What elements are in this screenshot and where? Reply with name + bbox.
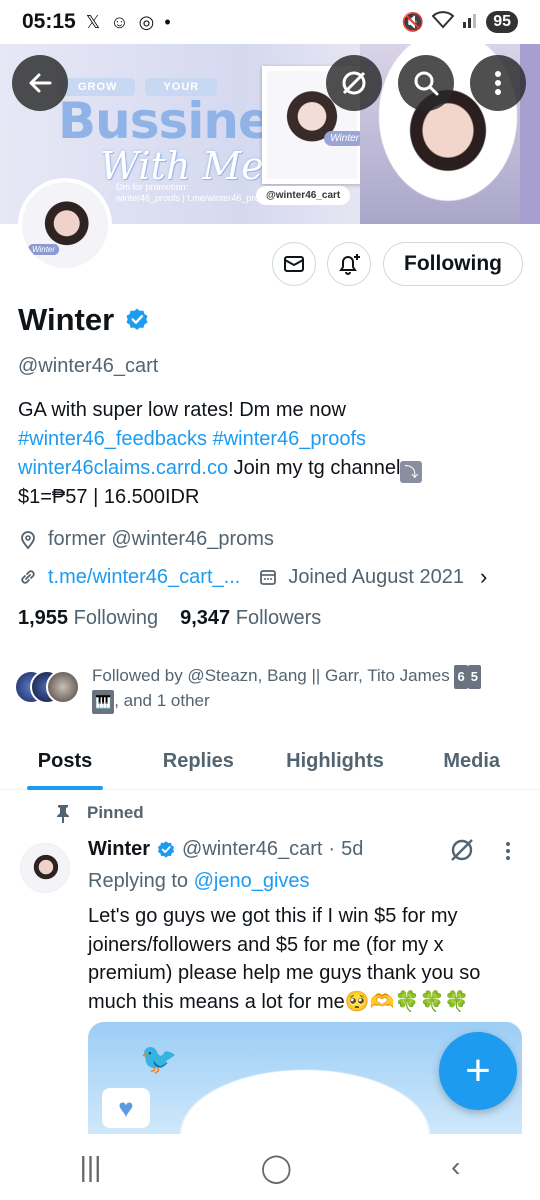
link-icon: [21, 570, 35, 584]
post-author-handle[interactable]: @winter46_cart: [182, 838, 322, 861]
replying-to-link[interactable]: @jeno_gives: [194, 870, 310, 892]
compose-button[interactable]: +: [439, 1032, 517, 1110]
wifi-icon: [431, 10, 455, 34]
followed-by-text: Followed by @Steazn, Bang || Garr, Tito …: [92, 664, 522, 714]
calendar-icon: [260, 570, 277, 585]
status-time: 05:15: [22, 10, 76, 33]
joined-date: Joined August 2021: [288, 565, 465, 588]
instagram-icon: ◎: [138, 11, 155, 32]
recents-icon[interactable]: |||: [80, 1151, 102, 1183]
bell-plus-icon: [339, 254, 360, 275]
tab-media[interactable]: Media: [403, 734, 540, 789]
profile-avatar[interactable]: Winter: [18, 178, 112, 272]
verified-badge-icon: [157, 840, 175, 858]
face-icon: ☺: [110, 11, 129, 32]
profile-website-link[interactable]: t.me/winter46_cart_...: [48, 566, 240, 589]
grok-icon: [451, 839, 473, 861]
hashtag-feedbacks-link[interactable]: #winter46_feedbacks: [18, 428, 207, 450]
message-button[interactable]: [272, 242, 316, 286]
post-text: Let's go guys we got this if I win $5 fo…: [88, 905, 481, 1013]
profile-name: Winter: [18, 302, 115, 337]
followers-count-link[interactable]: 9,347 Followers: [180, 607, 321, 630]
tab-posts[interactable]: Posts: [0, 734, 130, 789]
mail-icon: [284, 256, 304, 272]
home-icon[interactable]: ◯: [261, 1151, 292, 1184]
post-more-button[interactable]: [504, 840, 512, 868]
banner-promo: Dm for promotion: winter46_proofs | t.me…: [116, 182, 272, 203]
profile-tabs: Posts Replies Highlights Media: [0, 734, 540, 790]
replying-to: Replying to @jeno_gives: [88, 870, 310, 892]
dot-icon: •: [164, 11, 171, 32]
battery-indicator: 95: [486, 11, 518, 33]
bio-tg-text: Join my tg channel: [233, 457, 401, 479]
more-options-button[interactable]: [470, 55, 526, 111]
tab-replies[interactable]: Replies: [130, 734, 267, 789]
following-button[interactable]: Following: [383, 242, 523, 286]
search-icon: [414, 71, 439, 96]
pin-icon: [57, 805, 69, 823]
status-bar: 05:15 𝕏 ☺ ◎ • 🔇 95: [0, 0, 540, 44]
back-arrow-icon: [29, 73, 52, 93]
grok-post-button[interactable]: [448, 836, 476, 869]
location-text: former @winter46_proms: [48, 528, 274, 550]
verified-badge-icon[interactable]: [124, 307, 150, 333]
mutual-avatar: [46, 670, 80, 704]
grok-button[interactable]: [326, 55, 382, 111]
signal-icon: [462, 12, 478, 33]
system-nav-bar: ||| ◯ ‹: [0, 1134, 540, 1200]
post-author-name[interactable]: Winter: [88, 838, 150, 861]
notify-button[interactable]: [327, 242, 371, 286]
pinned-label: Pinned: [87, 803, 144, 822]
back-button[interactable]: [12, 55, 68, 111]
post-separator: ·: [328, 838, 336, 860]
bio-rates: $1=₱57 | 16.500IDR: [18, 486, 200, 508]
profile-handle: @winter46_cart: [18, 355, 159, 377]
follow-counts: 1,955 Following 9,347 Followers: [18, 607, 321, 630]
banner-photo-caption: Winter: [324, 131, 365, 146]
grok-icon: [342, 71, 366, 95]
banner-handle-tag: @winter46_cart: [256, 186, 351, 205]
post-header: Winter @winter46_cart · 5d: [88, 838, 363, 861]
following-count-link[interactable]: 1,955 Following: [18, 607, 158, 630]
profile-name-row: Winter: [18, 302, 150, 338]
back-icon[interactable]: ‹: [451, 1151, 460, 1183]
tab-highlights[interactable]: Highlights: [267, 734, 404, 789]
x-icon: 𝕏: [85, 11, 101, 32]
search-button[interactable]: [398, 55, 454, 111]
bird-icon: 🐦: [140, 1043, 178, 1076]
more-vertical-icon: [506, 842, 510, 860]
location-pin-icon: [21, 530, 35, 549]
mute-icon: 🔇: [401, 11, 425, 32]
heart-icon: ♥: [102, 1088, 150, 1128]
website-joined-row: t.me/winter46_cart_... Joined August 202…: [18, 564, 528, 590]
bio-website-link[interactable]: winter46claims.carrd.co: [18, 457, 228, 479]
mutual-avatars: [14, 670, 80, 706]
chevron-right-icon[interactable]: ›: [480, 564, 487, 590]
piano-emoji-icon: 🎹: [92, 690, 115, 714]
profile-bio: GA with super low rates! Dm me now #wint…: [18, 396, 518, 512]
location-row: former @winter46_proms: [18, 528, 274, 551]
post-time[interactable]: 5d: [341, 838, 363, 861]
avatar-tag: Winter: [28, 244, 60, 255]
pinned-indicator: Pinned: [55, 803, 144, 823]
down-arrow-emoji-icon: ⤵: [400, 461, 423, 483]
hashtag-proofs-link[interactable]: #winter46_proofs: [213, 428, 366, 450]
more-vertical-icon: [495, 71, 501, 95]
bio-line-1: GA with super low rates! Dm me now: [18, 399, 346, 421]
post-author-avatar[interactable]: [20, 843, 70, 893]
followed-by-row[interactable]: Followed by @Steazn, Bang || Garr, Tito …: [14, 664, 522, 714]
